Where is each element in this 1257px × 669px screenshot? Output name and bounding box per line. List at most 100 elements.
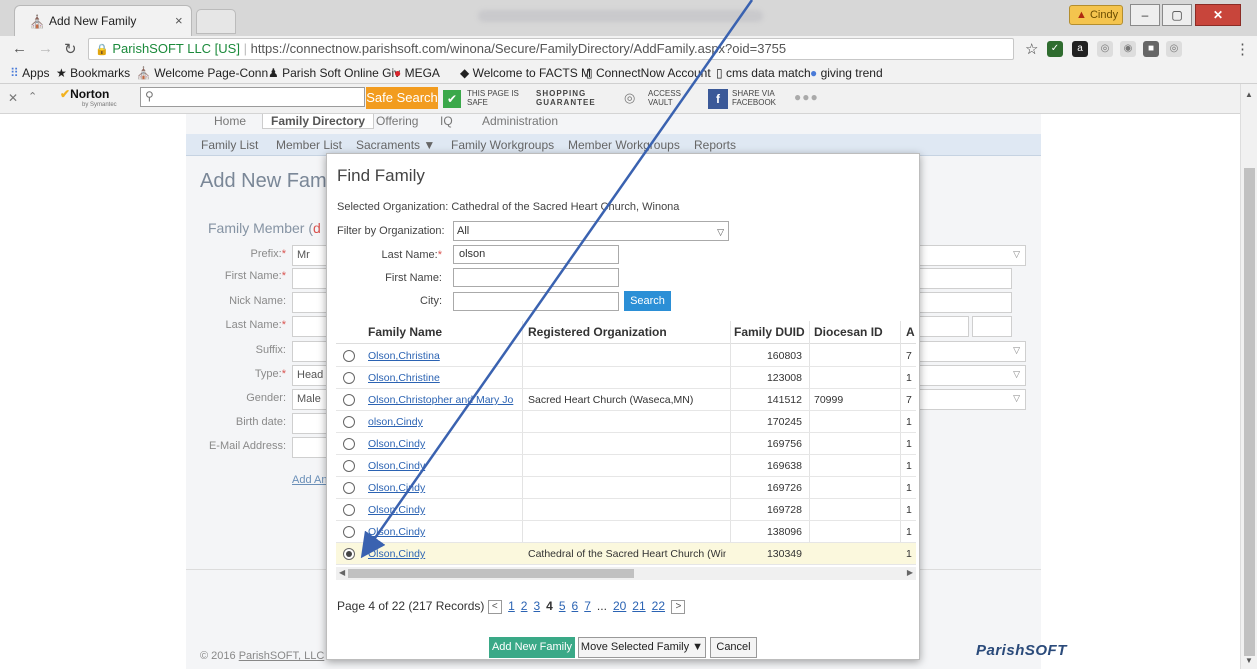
row-radio[interactable]	[343, 438, 355, 450]
page-safe-label[interactable]: THIS PAGE IS SAFE	[467, 89, 519, 107]
scroll-thumb[interactable]	[1244, 168, 1255, 656]
back-icon[interactable]: ←	[12, 40, 27, 57]
subnav-member-list[interactable]: Member List	[276, 138, 342, 152]
prefix-select-right[interactable]: ▽	[919, 245, 1026, 266]
family-name-link[interactable]: Olson,Cindy	[368, 548, 518, 560]
family-name-link[interactable]: Olson,Cindy	[368, 482, 518, 494]
tab-iq[interactable]: IQ	[440, 114, 453, 128]
row-radio[interactable]	[343, 394, 355, 406]
prefix-select[interactable]: Mr	[292, 245, 328, 266]
move-selected-family-button[interactable]: Move Selected Family ▼	[578, 637, 706, 658]
row-radio[interactable]	[343, 482, 355, 494]
suffix-select-right[interactable]: ▽	[919, 341, 1026, 362]
tab-close-icon[interactable]: ×	[175, 13, 183, 28]
bookmark-cms-data-match[interactable]: ▯ cms data match	[716, 66, 811, 80]
subnav-reports[interactable]: Reports	[694, 138, 736, 152]
nick-name-input-right[interactable]	[919, 292, 1012, 313]
family-name-link[interactable]: Olson,Christopher and Mary Jo	[368, 394, 518, 406]
search-city-input[interactable]	[453, 292, 619, 311]
page-link[interactable]: 7	[584, 599, 591, 613]
row-radio[interactable]	[343, 526, 355, 538]
reload-icon[interactable]: ↻	[64, 40, 77, 58]
page-link[interactable]: 22	[652, 599, 665, 613]
url-input[interactable]: 🔒 ParishSOFT LLC [US] | https://connectn…	[88, 38, 1014, 60]
family-name-link[interactable]: olson,Cindy	[368, 416, 518, 428]
gender-select-right[interactable]: ▽	[919, 389, 1026, 410]
family-name-link[interactable]: Olson,Cindy	[368, 504, 518, 516]
birth-date-input[interactable]	[292, 413, 328, 434]
extension-icon[interactable]: ◎	[1166, 41, 1182, 57]
subnav-family-workgroups[interactable]: Family Workgroups	[451, 138, 554, 152]
table-row[interactable]: Olson,Christine 123008 1	[336, 367, 916, 389]
profile-button[interactable]: ▲ Cindy	[1069, 5, 1123, 25]
table-scroll-thumb[interactable]	[348, 569, 634, 578]
page-link[interactable]: 21	[632, 599, 645, 613]
page-link[interactable]: 6	[572, 599, 579, 613]
table-row[interactable]: Olson,Christopher and Mary Jo Sacred Hear…	[336, 389, 916, 411]
bookmark-apps[interactable]: ⠿ Apps	[10, 66, 50, 80]
row-radio[interactable]	[343, 460, 355, 472]
col-family-duid[interactable]: Family DUID	[734, 325, 805, 339]
extension-icon[interactable]: ◉	[1120, 41, 1136, 57]
extension-icon[interactable]: ■	[1143, 41, 1159, 57]
row-radio[interactable]	[343, 504, 355, 516]
table-row[interactable]: Olson,Cindy Cathedral of the Sacred Heart…	[336, 543, 916, 565]
search-last-name-input[interactable]: olson	[453, 245, 619, 264]
bookmark-connectnow[interactable]: ▯ ConnectNow Account	[586, 66, 711, 80]
bookmark-facts[interactable]: ◆ Welcome to FACTS M	[460, 66, 591, 80]
prev-page-icon[interactable]: <	[487, 599, 502, 614]
table-horizontal-scrollbar[interactable]: ◀ ▶	[336, 567, 916, 580]
tab-family-directory[interactable]: Family Directory	[262, 114, 375, 129]
scroll-right-icon[interactable]: ▶	[907, 568, 913, 577]
bookmark-giving-trend[interactable]: ● giving trend	[810, 66, 883, 80]
family-name-link[interactable]: Olson,Cindy	[368, 460, 518, 472]
family-name-link[interactable]: Olson,Christina	[368, 350, 518, 362]
tab-administration[interactable]: Administration	[482, 114, 558, 128]
col-a[interactable]: A	[906, 325, 915, 339]
row-radio[interactable]	[343, 372, 355, 384]
suffix-select[interactable]	[292, 341, 328, 362]
close-window-button[interactable]: ✕	[1195, 4, 1241, 26]
amazon-extension-icon[interactable]: a	[1072, 41, 1088, 57]
table-row[interactable]: Olson,Cindy 138096 1	[336, 521, 916, 543]
tab-offering[interactable]: Offering	[376, 114, 418, 128]
access-vault-button[interactable]: ACCESS VAULT	[648, 89, 681, 107]
col-family-name[interactable]: Family Name	[368, 325, 442, 339]
search-first-name-input[interactable]	[453, 268, 619, 287]
last-name-input-right[interactable]	[919, 316, 969, 337]
col-registered-organization[interactable]: Registered Organization	[528, 325, 667, 339]
page-link[interactable]: 2	[521, 599, 528, 613]
family-name-link[interactable]: Olson,Christine	[368, 372, 518, 384]
bookmark-star-icon[interactable]: ☆	[1025, 40, 1038, 58]
extension-icon[interactable]: ◎	[1097, 41, 1113, 57]
minimize-button[interactable]: –	[1130, 4, 1160, 26]
menu-icon[interactable]: ⋮	[1235, 40, 1250, 58]
shopping-guarantee-badge[interactable]: SHOPPING GUARANTEE	[536, 89, 596, 107]
table-row[interactable]: Olson,Cindy 169726 1	[336, 477, 916, 499]
subnav-family-list[interactable]: Family List	[201, 138, 258, 152]
share-facebook-button[interactable]: SHARE VIA FACEBOOK	[732, 89, 776, 107]
table-row[interactable]: Olson,Cindy 169728 1	[336, 499, 916, 521]
last-name-extra-input[interactable]	[972, 316, 1012, 337]
bookmark-parish-soft-giving[interactable]: ♟ Parish Soft Online Giv	[268, 66, 400, 80]
family-name-link[interactable]: Olson,Cindy	[368, 526, 518, 538]
nick-name-input[interactable]	[292, 292, 328, 313]
safe-search-button[interactable]: Safe Search	[366, 87, 438, 109]
page-link[interactable]: 3	[533, 599, 540, 613]
browser-tab[interactable]: ⛪ Add New Family ×	[14, 5, 192, 36]
new-tab-button[interactable]	[196, 9, 236, 34]
norton-collapse-icon[interactable]: ⌃	[28, 90, 37, 103]
norton-search-input[interactable]: ⚲	[140, 87, 365, 107]
bookmark-welcome-page[interactable]: ⛪ Welcome Page-Conn	[136, 66, 268, 80]
tab-home[interactable]: Home	[214, 114, 246, 128]
email-input[interactable]	[292, 437, 328, 458]
type-select-right[interactable]: ▽	[919, 365, 1026, 386]
last-name-input[interactable]	[292, 316, 328, 337]
extension-icon[interactable]: ✓	[1047, 41, 1063, 57]
subnav-sacraments[interactable]: Sacraments ▼	[356, 138, 435, 152]
page-link[interactable]: 1	[508, 599, 515, 613]
table-row[interactable]: Olson,Cindy 169756 1	[336, 433, 916, 455]
more-icon[interactable]: ●●●	[794, 90, 819, 104]
footer-company-link[interactable]: ParishSOFT, LLC	[239, 650, 325, 662]
table-row[interactable]: Olson,Christina 160803 7	[336, 345, 916, 367]
